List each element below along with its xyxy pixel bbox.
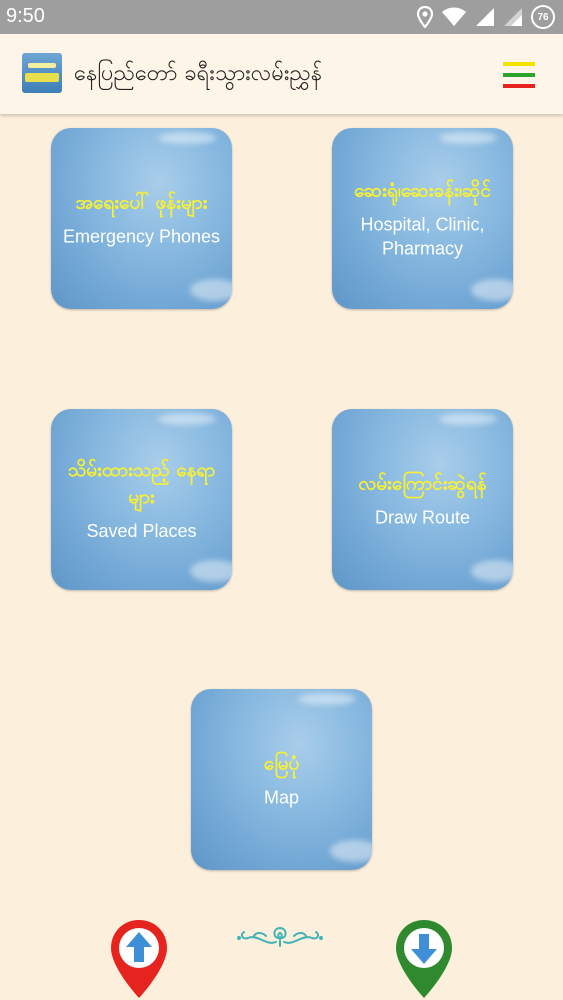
tile-label-mm: မြေပုံ [263,752,300,774]
tile-label-en: Map [263,787,299,807]
saved-places-button[interactable]: သိမ်းထားသည့် နေရာများ Saved Places [51,409,232,590]
app-logo-icon [22,53,62,93]
wifi-icon [442,7,466,26]
signal-icon-2 [504,8,522,26]
menu-icon[interactable] [503,60,535,92]
map-button[interactable]: မြေပုံ Map [191,689,372,870]
tile-label-en: Emergency Phones [62,226,221,246]
hospital-clinic-pharmacy-button[interactable]: ဆေးရုံ၊ဆေးခန်း၊ဆိုင် Hospital, Clinic, P… [332,128,513,309]
tile-label-en: Draw Route [374,507,471,527]
tile-label-en: Hospital, Clinic, Pharmacy [360,214,485,258]
status-time: 9:50 [6,5,45,27]
app-title: နေပြည်တော် ခရီးသွားလမ်းညွှန် [74,61,323,86]
arrow-down-pin-icon[interactable] [393,918,455,1000]
decorative-swirl-icon [237,927,323,947]
app-bar: နေပြည်တော် ခရီးသွားလမ်းညွှန် [0,34,563,114]
tile-label-mm: ဆေးရုံ၊ဆေးခန်း၊ဆိုင် [354,179,491,201]
emergency-phones-button[interactable]: အရေးပေါ် ဖုန်းများ Emergency Phones [51,128,232,309]
tile-label-mm: လမ်းကြောင်းဆွဲရန် [358,472,487,494]
arrow-up-pin-icon[interactable] [108,918,170,1000]
location-icon [417,6,433,28]
status-bar: 9:50 76 [0,0,563,34]
signal-icon [476,8,494,26]
tile-label-mm: သိမ်းထားသည့် နေရာများ [67,458,216,508]
tile-label-en: Saved Places [86,520,197,541]
tile-label-mm: အရေးပေါ် ဖုန်းများ [75,191,208,213]
draw-route-button[interactable]: လမ်းကြောင်းဆွဲရန် Draw Route [332,409,513,590]
battery-icon: 76 [531,5,555,29]
status-icons: 76 [417,4,555,30]
